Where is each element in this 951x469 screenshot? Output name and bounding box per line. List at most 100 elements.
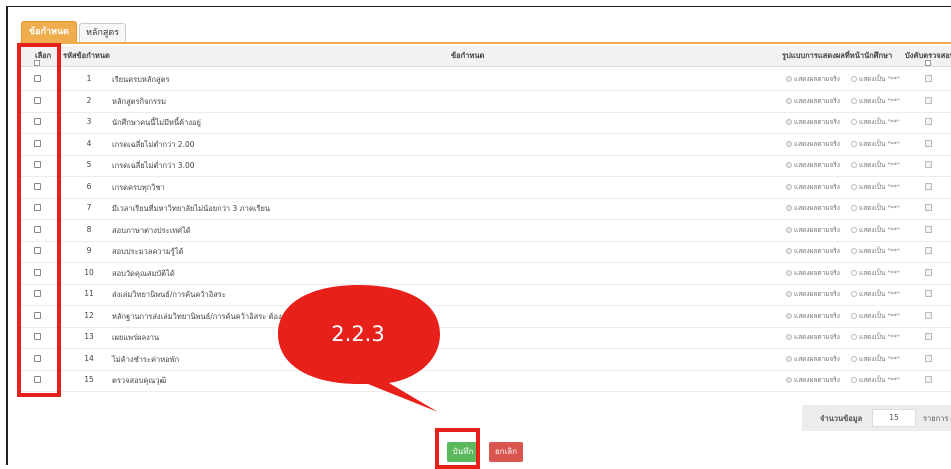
record-count-label: จำนวนข้อมูล <box>820 414 863 423</box>
radio-icon <box>786 162 792 168</box>
radio-icon <box>851 269 857 276</box>
radio-actual[interactable]: แสดงผลตามจริง <box>786 354 840 364</box>
radio-icon <box>851 355 857 362</box>
radio-stars[interactable]: แสดงเป็น "**" <box>851 203 900 213</box>
record-count-bar: จำนวนข้อมูล 15 รายการ <box>802 405 951 431</box>
radio-stars[interactable]: แสดงเป็น "**" <box>851 311 900 321</box>
row-code: 5 <box>86 160 92 169</box>
radio-stars[interactable]: แสดงเป็น "**" <box>851 332 900 342</box>
radio-stars[interactable]: แสดงเป็น "**" <box>851 117 900 127</box>
radio-actual[interactable]: แสดงผลตามจริง <box>786 203 840 213</box>
radio-icon <box>786 291 792 297</box>
mandatory-checkbox[interactable] <box>925 139 932 147</box>
row-requirement: เรียนครบหลักสูตร <box>112 75 170 84</box>
radio-icon <box>786 97 792 104</box>
radio-actual[interactable]: แสดงผลตามจริง <box>786 117 840 127</box>
radio-actual[interactable]: แสดงผลตามจริง <box>786 160 840 170</box>
radio-icon <box>851 312 857 319</box>
radio-actual[interactable]: แสดงผลตามจริง <box>786 74 840 84</box>
mandatory-checkbox[interactable] <box>925 204 932 211</box>
mandatory-checkbox[interactable] <box>925 333 932 340</box>
radio-stars[interactable]: แสดงเป็น "**" <box>851 160 900 170</box>
table-row: 10 สอบวัดคุณสมบัติได้ แสดงผลตามจริง แสดงเป็… <box>20 262 951 285</box>
row-code: 14 <box>84 353 94 363</box>
table-row: 2 หลักสูตรกิจกรรม แสดงผลตามจริง แสดงเป็น "*… <box>20 90 951 113</box>
radio-actual[interactable]: แสดงผลตามจริง <box>786 332 840 342</box>
radio-actual[interactable]: แสดงผลตามจริง <box>786 268 840 278</box>
radio-stars-label: แสดงเป็น "**" <box>859 354 900 363</box>
table-header: เลือก รหัสข้อกำหนด ข้อกำหนด รูปแบบการแสด… <box>20 46 951 67</box>
mandatory-checkbox[interactable] <box>925 376 932 383</box>
radio-stars[interactable]: แสดงเป็น "**" <box>851 268 900 278</box>
mandatory-checkbox[interactable] <box>925 118 932 125</box>
mandatory-checkbox[interactable] <box>925 96 932 104</box>
radio-actual[interactable]: แสดงผลตามจริง <box>786 139 840 149</box>
callout-label: 2.2.3 <box>331 322 384 346</box>
radio-icon <box>786 140 792 147</box>
radio-stars[interactable]: แสดงเป็น "**" <box>851 74 900 84</box>
radio-actual[interactable]: แสดงผลตามจริง <box>786 375 840 385</box>
radio-stars-label: แสดงเป็น "**" <box>859 182 900 191</box>
radio-stars-label: แสดงเป็น "**" <box>859 225 900 234</box>
radio-stars[interactable]: แสดงเป็น "**" <box>851 182 900 192</box>
radio-icon <box>851 162 857 168</box>
radio-stars[interactable]: แสดงเป็น "**" <box>851 289 900 299</box>
mandatory-checkbox[interactable] <box>925 225 932 233</box>
radio-stars[interactable]: แสดงเป็น "**" <box>851 96 900 106</box>
tab-bar: ข้อกำหนด หลักสูตร <box>21 21 128 42</box>
mandatory-checkbox[interactable] <box>925 75 932 82</box>
table-row: 1 เรียนครบหลักสูตร แสดงผลตามจริง แสดงเป็น "… <box>20 68 951 91</box>
radio-stars[interactable]: แสดงเป็น "**" <box>851 225 900 235</box>
table-row: 12 หลักฐานการส่งเล่มวิทยานิพนธ์/การค้นคว้… <box>20 305 951 328</box>
tab-underline <box>20 42 951 44</box>
mandatory-checkbox[interactable] <box>925 290 932 297</box>
mandatory-checkbox[interactable] <box>925 268 932 276</box>
radio-actual[interactable]: แสดงผลตามจริง <box>786 225 840 235</box>
mandatory-all-checkbox[interactable] <box>925 60 931 66</box>
mandatory-checkbox[interactable] <box>925 161 932 168</box>
radio-stars[interactable]: แสดงเป็น "**" <box>851 354 900 364</box>
radio-icon <box>851 76 857 82</box>
radio-actual-label: แสดงผลตามจริง <box>794 204 840 212</box>
radio-stars-label: แสดงเป็น "**" <box>859 247 900 255</box>
annotation-highlight-checkboxes <box>17 43 61 397</box>
radio-actual[interactable]: แสดงผลตามจริง <box>786 311 840 321</box>
table-row: 14 ไม่ค้างชำระค่าหอพัก แสดงผลตามจริง แสดงเป… <box>20 348 951 371</box>
radio-stars-label: แสดงเป็น "**" <box>859 290 900 298</box>
header-requirement: ข้อกำหนด <box>451 51 485 60</box>
radio-stars[interactable]: แสดงเป็น "**" <box>851 375 900 385</box>
tab-requirements[interactable]: ข้อกำหนด <box>21 21 77 42</box>
table-row: 6 เกรดครบทุกวิชา แสดงผลตามจริง แสดงเป็น "**… <box>20 176 951 199</box>
row-requirement: สอบประมวลความรู้ได้ <box>112 247 184 256</box>
mandatory-checkbox[interactable] <box>925 247 932 254</box>
radio-icon <box>786 183 792 190</box>
radio-icon <box>786 355 792 362</box>
radio-actual[interactable]: แสดงผลตามจริง <box>786 246 840 256</box>
tab-curriculum[interactable]: หลักสูตร <box>79 23 127 42</box>
table-row: 3 นักศึกษาคนนี้ไม่มีหนี้ค้างอยู่ แสดงผลตาม… <box>20 111 951 134</box>
radio-actual-label: แสดงผลตามจริง <box>794 75 840 83</box>
radio-stars[interactable]: แสดงเป็น "**" <box>851 139 900 149</box>
radio-stars-label: แสดงเป็น "**" <box>859 139 900 148</box>
mandatory-checkbox[interactable] <box>925 182 932 190</box>
radio-stars[interactable]: แสดงเป็น "**" <box>851 246 900 256</box>
radio-icon <box>851 291 857 297</box>
row-code: 8 <box>86 224 92 234</box>
radio-stars-label: แสดงเป็น "**" <box>859 204 900 212</box>
radio-stars-label: แสดงเป็น "**" <box>859 311 900 320</box>
radio-icon <box>851 97 857 104</box>
mandatory-checkbox[interactable] <box>925 311 932 319</box>
radio-icon <box>786 248 792 254</box>
radio-actual[interactable]: แสดงผลตามจริง <box>786 182 840 192</box>
row-code: 10 <box>84 267 94 277</box>
radio-actual[interactable]: แสดงผลตามจริง <box>786 96 840 106</box>
row-code: 4 <box>86 138 92 148</box>
table-row: 5 เกรดเฉลี่ยไม่ต่ำกว่า 3.00 แสดงผลตามจริง แ… <box>20 154 951 177</box>
mandatory-checkbox[interactable] <box>925 354 932 362</box>
radio-actual[interactable]: แสดงผลตามจริง <box>786 289 840 299</box>
cancel-button[interactable]: ยกเลิก <box>489 442 523 462</box>
row-requirement: สอบภาษาต่างประเทศได้ <box>112 225 191 235</box>
radio-icon <box>851 205 857 211</box>
radio-stars-label: แสดงเป็น "**" <box>859 333 900 341</box>
row-requirement: มีเวลาเรียนที่มหาวิทยาลัยไม่น้อยกว่า 3 ภ… <box>112 204 270 213</box>
